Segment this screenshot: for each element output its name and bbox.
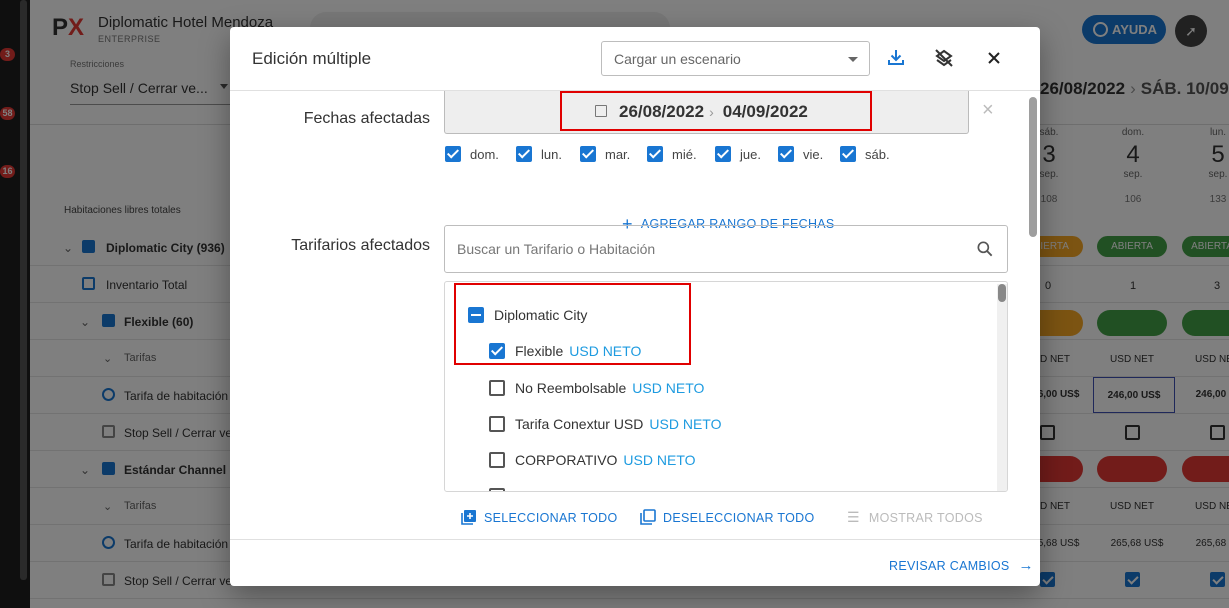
dialog-scrollbar[interactable] <box>1029 97 1037 237</box>
weekday-checkbox[interactable] <box>516 146 532 162</box>
select-all-button[interactable]: SELECCIONAR TODO <box>461 509 618 525</box>
dialog-header: Edición múltiple Cargar un escenario <box>230 27 1040 91</box>
affected-dates-label: Fechas afectadas <box>303 110 430 127</box>
tariff-checkbox[interactable] <box>489 452 505 468</box>
close-icon <box>988 52 1000 64</box>
highlight-box <box>454 283 691 365</box>
download-button[interactable] <box>884 46 908 70</box>
search-icon[interactable] <box>975 239 995 259</box>
clear-dates-button[interactable]: × <box>982 99 994 122</box>
weekday-checkbox[interactable] <box>715 146 731 162</box>
copy-box-icon <box>640 509 656 525</box>
close-button[interactable] <box>982 46 1006 70</box>
scrollbar-thumb[interactable] <box>998 284 1006 302</box>
list-item: No Reembolsable USD NETO <box>515 380 705 396</box>
tariff-tree-list[interactable]: Diplomatic City Flexible USD NETO No Reem… <box>444 281 1008 492</box>
tariff-checkbox[interactable] <box>489 416 505 432</box>
add-box-icon <box>461 510 476 525</box>
layers-off-icon <box>935 49 953 67</box>
dialog-title: Edición múltiple <box>252 49 372 68</box>
list-item: Tarifa Conextur USD USD NETO <box>515 416 722 432</box>
dialog-footer: REVISAR CAMBIOS → <box>230 539 1040 586</box>
bulk-edit-dialog: Edición múltiple Cargar un escenario Fec <box>230 27 1040 586</box>
weekday-checkbox[interactable] <box>445 146 461 162</box>
highlight-box <box>560 91 872 131</box>
tariff-checkbox[interactable] <box>489 488 505 491</box>
scenario-select[interactable]: Cargar un escenario <box>601 41 870 76</box>
list-scrollbar[interactable] <box>997 284 1007 491</box>
dialog-body[interactable]: Fechas afectadas 26/08/2022 › 04/09/2022 ×… <box>230 91 1040 539</box>
tariff-checkbox[interactable] <box>489 380 505 396</box>
deselect-all-button[interactable]: DESELECCIONAR TODO <box>640 509 815 525</box>
weekday-checkbox[interactable] <box>580 146 596 162</box>
list-icon: ☰ <box>847 509 860 525</box>
review-changes-button[interactable]: REVISAR CAMBIOS → <box>889 557 1034 574</box>
list-item: CORPORATIVO USD NETO <box>515 452 696 468</box>
hide-button[interactable] <box>932 46 956 70</box>
affected-tariffs-label: Tarifarios afectados <box>291 237 430 254</box>
weekday-checkbox[interactable] <box>840 146 856 162</box>
download-icon <box>888 50 904 65</box>
arrow-right-icon: → <box>1018 557 1034 574</box>
caret-down-icon <box>848 57 858 62</box>
weekday-checkbox[interactable] <box>778 146 794 162</box>
weekday-checkbox[interactable] <box>647 146 663 162</box>
show-all-button[interactable]: ☰ MOSTRAR TODOS <box>847 509 983 526</box>
tariff-search-input[interactable]: Buscar un Tarifario o Habitación <box>444 225 1008 273</box>
